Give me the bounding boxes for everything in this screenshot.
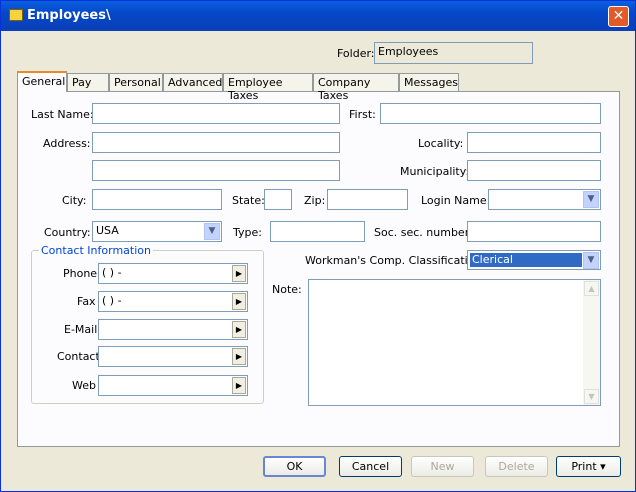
folder-field: Employees: [374, 42, 533, 64]
address-line2-field[interactable]: [92, 160, 340, 181]
scroll-up-icon[interactable]: ▲: [584, 281, 599, 296]
state-field[interactable]: [264, 189, 292, 210]
contact-field[interactable]: ▶: [98, 346, 248, 367]
ssn-field[interactable]: [467, 221, 601, 242]
phone-value: ( ) -: [102, 266, 122, 279]
ssn-label: Soc. sec. number:: [374, 226, 473, 239]
arrow-right-icon[interactable]: ▶: [232, 321, 246, 338]
web-field[interactable]: ▶: [98, 375, 248, 396]
fax-label: Fax: [77, 295, 96, 308]
tab-advanced[interactable]: Advanced: [163, 73, 223, 91]
email-label: E-Mail: [64, 323, 98, 336]
arrow-right-icon[interactable]: ▶: [232, 293, 246, 310]
folder-label: Folder:: [337, 47, 375, 60]
arrow-right-icon[interactable]: ▶: [232, 265, 246, 282]
title-bar[interactable]: Employees\ ✕: [1, 1, 635, 31]
city-field[interactable]: [92, 189, 222, 210]
note-label: Note:: [272, 283, 302, 296]
close-button[interactable]: ✕: [608, 6, 629, 27]
ok-button[interactable]: OK: [263, 456, 326, 477]
tab-pay[interactable]: Pay: [67, 73, 109, 91]
email-field[interactable]: ▶: [98, 319, 248, 340]
workman-comp-value: Clerical: [469, 252, 583, 268]
chevron-down-icon[interactable]: ▼: [204, 223, 220, 240]
country-select[interactable]: USA ▼: [92, 221, 222, 242]
zip-field[interactable]: [327, 189, 408, 210]
locality-label: Locality:: [418, 137, 464, 150]
workman-comp-label: Workman's Comp. Classification:: [305, 254, 486, 267]
note-textarea[interactable]: ▲ ▼: [308, 279, 601, 406]
address-label: Address:: [43, 137, 91, 150]
folder-icon: [9, 9, 23, 21]
chevron-down-icon[interactable]: ▼: [583, 252, 599, 269]
phone-field[interactable]: ( ) - ▶: [98, 263, 248, 284]
cancel-button[interactable]: Cancel: [339, 456, 402, 477]
locality-field[interactable]: [467, 132, 601, 153]
country-label: Country:: [44, 226, 91, 239]
workman-comp-select[interactable]: Clerical ▼: [467, 250, 601, 270]
print-button[interactable]: Print ▾: [556, 456, 621, 477]
contact-label: Contact: [57, 350, 100, 363]
last-name-field[interactable]: [92, 103, 340, 124]
type-label: Type:: [233, 226, 262, 239]
tab-employee-taxes[interactable]: Employee Taxes: [223, 73, 313, 102]
type-field[interactable]: [270, 221, 365, 242]
first-name-label: First:: [349, 108, 376, 121]
city-label: City:: [62, 194, 87, 207]
arrow-right-icon[interactable]: ▶: [232, 348, 246, 365]
scroll-down-icon[interactable]: ▼: [584, 389, 599, 404]
state-label: State:: [232, 194, 265, 207]
window-title: Employees\: [27, 8, 111, 23]
login-name-select[interactable]: ▼: [488, 189, 601, 210]
first-name-field[interactable]: [380, 103, 601, 124]
phone-label: Phone: [63, 267, 98, 280]
fax-field[interactable]: ( ) - ▶: [98, 291, 248, 312]
arrow-right-icon[interactable]: ▶: [232, 377, 246, 394]
zip-label: Zip:: [304, 194, 326, 207]
contact-info-title: Contact Information: [39, 244, 153, 257]
fax-value: ( ) -: [102, 294, 122, 307]
address-line1-field[interactable]: [92, 132, 340, 153]
note-scrollbar[interactable]: ▲ ▼: [583, 280, 600, 405]
tab-general[interactable]: General: [17, 71, 67, 92]
chevron-down-icon[interactable]: ▼: [583, 191, 599, 208]
login-name-label: Login Name:: [421, 194, 491, 207]
last-name-label: Last Name:: [31, 108, 94, 121]
new-button[interactable]: New: [411, 456, 474, 477]
municipality-label: Municipality:: [400, 165, 470, 178]
delete-button[interactable]: Delete: [485, 456, 548, 477]
tab-company-taxes[interactable]: Company Taxes: [313, 73, 399, 102]
tab-messages[interactable]: Messages: [399, 73, 459, 91]
municipality-field[interactable]: [467, 160, 601, 181]
country-value: USA: [96, 224, 119, 237]
employees-window: Employees\ ✕ Folder: Employees General P…: [0, 0, 636, 492]
tab-personal[interactable]: Personal: [109, 73, 163, 91]
web-label: Web: [72, 379, 96, 392]
